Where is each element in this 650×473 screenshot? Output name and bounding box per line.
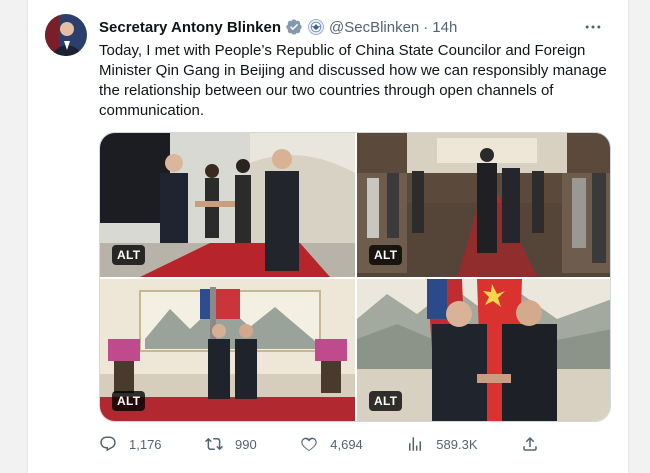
retweet-count: 990 [235,436,257,452]
like-button[interactable]: 4,694 [300,435,363,453]
view-count: 589.3K [436,436,478,452]
retweet-icon [205,437,223,451]
views-icon [409,437,422,451]
retweet-button[interactable]: 990 [205,435,257,453]
reply-icon [100,436,116,452]
alt-badge[interactable]: ALT [369,245,403,265]
handle[interactable]: @SecBlinken [329,19,419,36]
share-icon [523,436,537,451]
reply-count: 1,176 [129,436,162,452]
like-count: 4,694 [330,436,363,452]
more-icon[interactable] [580,14,606,40]
separator-dot: · [423,18,429,36]
tweet-card[interactable]: Secretary Antony Blinken @SecBlinken · 1… [27,0,629,473]
photo-3[interactable]: ALT [100,279,355,421]
photo-1[interactable]: ALT [100,133,355,277]
government-seal-icon[interactable] [307,18,325,36]
alt-badge[interactable]: ALT [369,391,403,411]
views-button[interactable]: 589.3K [406,435,478,453]
media-grid[interactable]: ALT ALT ALT ALT [99,132,611,422]
verified-icon[interactable] [285,18,303,36]
share-button[interactable] [521,435,539,453]
tweet-text: Today, I met with People’s Republic of C… [99,42,607,119]
photo-2[interactable]: ALT [357,133,610,277]
tweet-header: Secretary Antony Blinken @SecBlinken · 1… [99,16,612,38]
photo-4[interactable]: ALT [357,279,610,421]
action-bar: 1,176 990 4,694 589.3K [99,432,539,456]
reply-button[interactable]: 1,176 [99,435,162,453]
alt-badge[interactable]: ALT [112,245,146,265]
alt-badge[interactable]: ALT [112,391,146,411]
like-icon [301,437,317,451]
display-name[interactable]: Secretary Antony Blinken [99,19,281,36]
avatar[interactable] [45,14,87,56]
timestamp[interactable]: 14h [432,19,457,36]
